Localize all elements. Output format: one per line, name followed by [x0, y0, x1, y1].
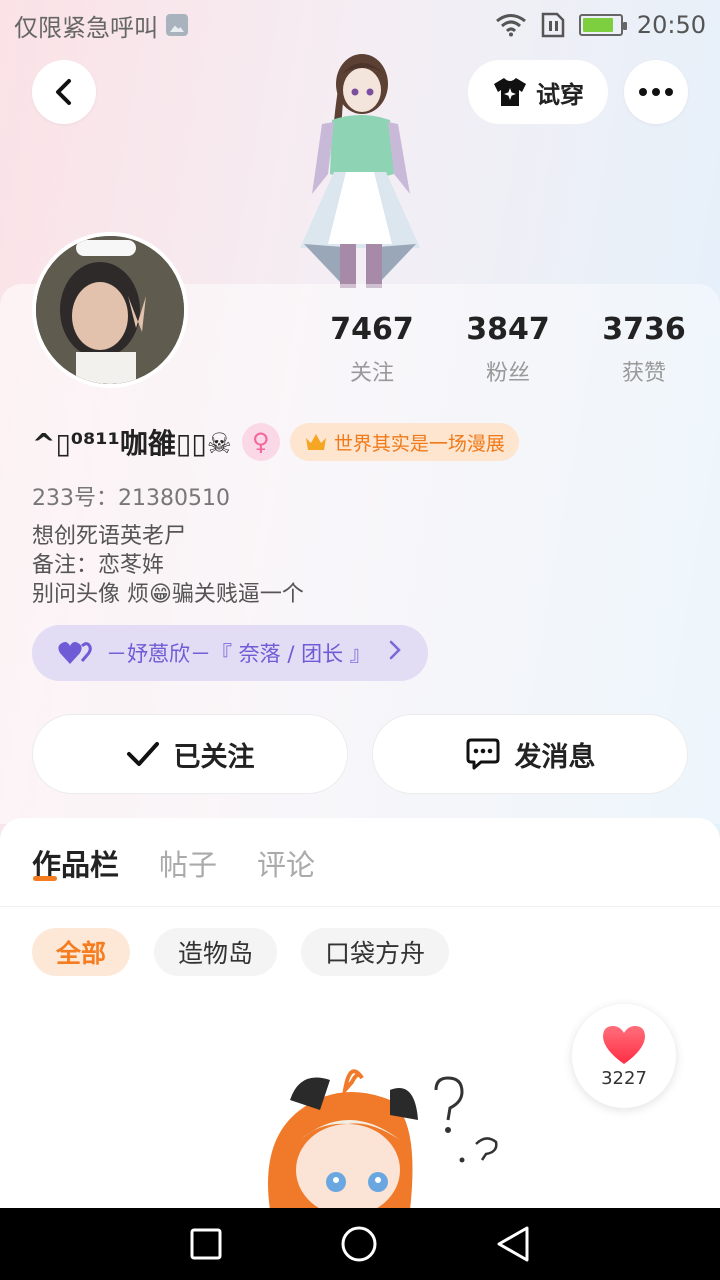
wifi-icon [495, 14, 526, 37]
like-count: 3227 [601, 1067, 647, 1089]
user-avatar[interactable] [32, 232, 188, 388]
crown-icon [305, 434, 326, 450]
more-dots-icon [639, 88, 673, 96]
more-options-button[interactable] [624, 60, 688, 124]
name-row: ^▯⁰⁸¹¹咖雒▯▯☠ ♀ 世界其实是一场漫展 [32, 422, 519, 462]
back-button[interactable] [32, 60, 96, 124]
guild-link[interactable]: －妤蒽欣－『 奈落 / 团长 』 [32, 625, 428, 681]
followers-label: 粉丝 [485, 361, 530, 386]
recent-apps-icon[interactable] [189, 1227, 223, 1261]
bio-line: 备注：恋苳姩 [32, 553, 165, 578]
send-message-button[interactable]: 发消息 [372, 714, 688, 794]
system-navigation-bar [0, 1208, 720, 1280]
chevron-left-icon [56, 79, 71, 105]
avatar-character-figure [300, 54, 420, 288]
image-notification-icon [166, 14, 188, 36]
following-button[interactable]: 已关注 [32, 714, 348, 794]
following-count: 7467 [330, 312, 414, 347]
checkmark-icon [126, 742, 159, 766]
chip-pocket-ark[interactable]: 口袋方舟 [301, 928, 450, 976]
battery-level-fill [582, 18, 614, 32]
female-gender-icon: ♀ [241, 423, 280, 461]
heart-icon [603, 1025, 645, 1064]
status-bar: 仅限紧急呼叫 20:50 [0, 0, 720, 50]
title-badge-text: 世界其实是一场漫展 [333, 432, 505, 455]
gender-symbol: ♀ [252, 428, 270, 456]
try-on-label: 试穿 [536, 80, 584, 109]
bio: 想创死语英老尸 备注：恋苳姩 别问头像 烦😁骗关贱逼一个 [32, 522, 304, 609]
status-left: 仅限紧急呼叫 [14, 8, 188, 43]
active-tab-indicator [33, 876, 57, 881]
tab-comments[interactable]: 评论 [257, 842, 315, 884]
clock: 20:50 [636, 11, 706, 39]
chat-bubble-icon [466, 738, 499, 770]
stat-following[interactable]: 7467 关注 [312, 312, 432, 387]
empty-state-mascot [268, 1069, 498, 1210]
following-label: 关注 [349, 361, 394, 386]
guild-name: －妤蒽欣－『 奈落 / 团长 』 [106, 642, 371, 666]
emergency-call-text: 仅限紧急呼叫 [14, 13, 158, 42]
likes-count: 3736 [602, 312, 686, 347]
chip-creation-island[interactable]: 造物岛 [154, 928, 278, 976]
bio-line: 想创死语英老尸 [32, 524, 187, 549]
category-chips: 全部 造物岛 口袋方舟 [32, 928, 450, 976]
user-id: 233号：21380510 [32, 486, 230, 511]
send-message-label: 发消息 [514, 741, 596, 773]
like-button[interactable]: 3227 [572, 1004, 676, 1108]
avatar-photo [36, 236, 184, 384]
home-icon[interactable] [340, 1225, 378, 1263]
bio-line: 别问头像 烦😁骗关贱逼一个 [32, 582, 304, 607]
status-right: 20:50 [495, 11, 706, 39]
likes-label: 获赞 [621, 361, 666, 386]
followers-count: 3847 [466, 312, 550, 347]
username: ^▯⁰⁸¹¹咖雒▯▯☠ [32, 427, 232, 460]
title-badge[interactable]: 世界其实是一场漫展 [289, 423, 519, 461]
try-on-button[interactable]: 试穿 [468, 60, 608, 124]
battery-icon [578, 14, 627, 36]
following-button-label: 已关注 [173, 741, 255, 773]
tabs-divider [0, 906, 720, 907]
content-tabs: 作品栏 帖子 评论 [32, 842, 315, 884]
stat-followers[interactable]: 3847 粉丝 [448, 312, 568, 387]
chevron-right-icon [388, 639, 402, 667]
chip-all[interactable]: 全部 [32, 928, 131, 976]
tshirt-icon [494, 78, 526, 106]
double-heart-icon [58, 642, 92, 664]
sim-card-icon [541, 12, 565, 38]
back-nav-icon[interactable] [495, 1225, 531, 1263]
stat-likes[interactable]: 3736 获赞 [584, 312, 704, 387]
tab-posts[interactable]: 帖子 [159, 842, 217, 884]
